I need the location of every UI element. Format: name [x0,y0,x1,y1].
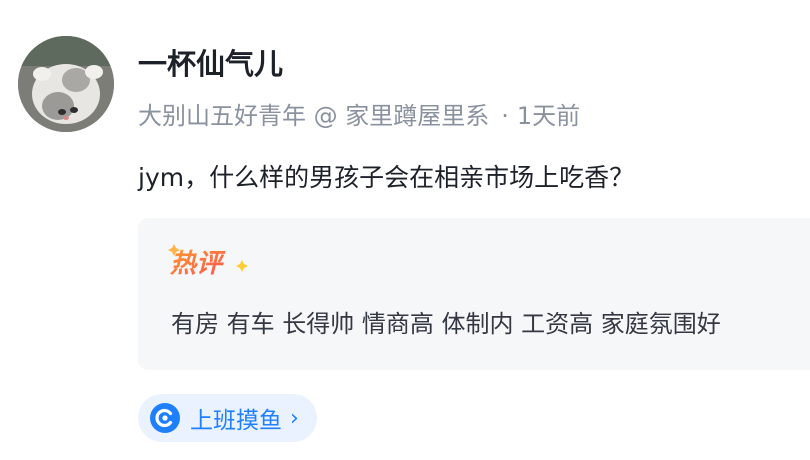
hot-comment-label: 热评 [169,249,226,279]
cat-avatar-icon [18,36,114,132]
hot-comment-tag: 热评 [168,244,248,279]
topic-tag[interactable]: 上班摸鱼 › [138,394,317,442]
post-meta: 大别山五好青年 @ 家里蹲屋里系 · 1天前 [138,98,580,134]
author-avatar[interactable] [18,36,114,132]
chevron-right-icon: › [290,405,299,431]
meta-separator: · [501,102,509,130]
hot-comment-box[interactable]: 热评 有房 有车 长得帅 情商高 体制内 工资高 家庭氛围好 [138,218,810,370]
topic-label: 上班摸鱼 [190,408,282,434]
sparkle-icon [236,260,248,272]
hot-comment-text: 有房 有车 长得帅 情商高 体制内 工资高 家庭氛围好 [171,310,721,338]
post-card: 一杯仙气儿 大别山五好青年 @ 家里蹲屋里系 · 1天前 jym，什么样的男孩子会在… [0,0,810,460]
topic-c-icon [150,403,180,433]
post-time: 1天前 [516,102,581,130]
post-content[interactable]: jym，什么样的男孩子会在相亲市场上吃香？ [138,158,634,198]
author-title: 大别山五好青年 @ 家里蹲屋里系 [138,102,490,130]
author-name[interactable]: 一杯仙气儿 [138,44,283,84]
